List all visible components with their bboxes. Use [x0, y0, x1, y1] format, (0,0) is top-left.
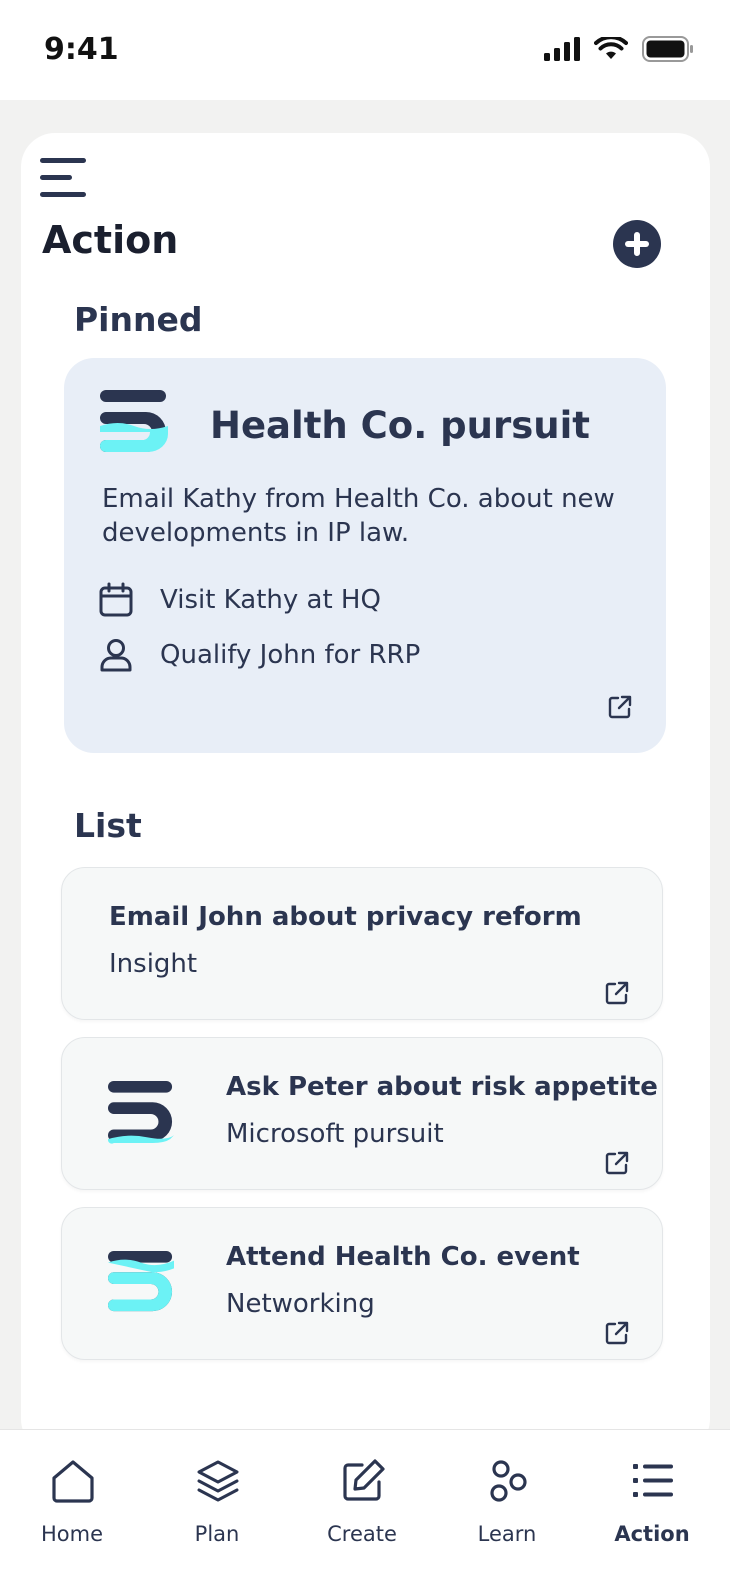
plus-icon — [625, 232, 649, 256]
list-item-title: Email John about privacy reform — [109, 902, 582, 932]
tab-learn[interactable]: Learn — [447, 1430, 567, 1570]
brand-logo-icon — [108, 1080, 174, 1144]
pinned-row-text: Visit Kathy at HQ — [160, 585, 381, 615]
tab-bar: Home Plan Create Learn Action — [0, 1429, 730, 1594]
external-link-icon[interactable] — [604, 1150, 630, 1176]
list-item[interactable]: Ask Peter about risk appetite Microsoft … — [61, 1037, 663, 1190]
tab-label: Learn — [477, 1522, 537, 1546]
tab-label: Home — [40, 1522, 103, 1546]
brand-logo-icon — [100, 390, 168, 452]
list-item-subtitle: Networking — [226, 1289, 375, 1319]
wifi-icon — [594, 37, 628, 59]
external-link-icon[interactable] — [604, 1320, 630, 1346]
home-icon — [52, 1460, 94, 1503]
list-item-subtitle: Microsoft pursuit — [226, 1119, 444, 1149]
tab-label: Plan — [194, 1522, 240, 1546]
pinned-row-visit[interactable]: Visit Kathy at HQ — [98, 582, 381, 618]
tab-create[interactable]: Create — [302, 1430, 422, 1570]
user-icon — [100, 639, 132, 672]
pinned-card[interactable]: Health Co. pursuit Email Kathy from Heal… — [64, 358, 666, 753]
edit-icon — [343, 1459, 385, 1501]
calendar-icon — [99, 582, 133, 617]
list-section-title: List — [74, 806, 142, 845]
list-icon — [633, 1464, 673, 1497]
molecule-icon — [490, 1460, 527, 1502]
list-item-title: Ask Peter about risk appetite — [226, 1072, 658, 1102]
tab-action[interactable]: Action — [592, 1430, 712, 1570]
list-item[interactable]: Attend Health Co. event Networking — [61, 1207, 663, 1360]
list-item[interactable]: Email John about privacy reform Insight — [61, 867, 663, 1020]
menu-icon[interactable] — [40, 158, 88, 198]
status-icons — [544, 36, 694, 62]
list-item-subtitle: Insight — [109, 949, 198, 979]
layers-icon — [197, 1460, 239, 1502]
pinned-row-qualify[interactable]: Qualify John for RRP — [98, 637, 420, 673]
page-title: Action — [42, 218, 179, 262]
tab-label: Action — [614, 1522, 690, 1546]
list-item-title: Attend Health Co. event — [226, 1242, 580, 1272]
tab-label: Create — [327, 1522, 397, 1546]
pinned-card-title: Health Co. pursuit — [210, 404, 590, 447]
add-button[interactable] — [613, 220, 661, 268]
tab-plan[interactable]: Plan — [157, 1430, 277, 1570]
brand-logo-icon — [108, 1250, 174, 1312]
external-link-icon[interactable] — [607, 694, 633, 720]
signal-icon — [544, 37, 580, 61]
external-link-icon[interactable] — [604, 980, 630, 1006]
status-time: 9:41 — [44, 32, 119, 67]
pinned-section-title: Pinned — [74, 300, 203, 339]
tab-home[interactable]: Home — [12, 1430, 132, 1570]
status-bar: 9:41 — [0, 0, 730, 100]
pinned-row-text: Qualify John for RRP — [160, 640, 421, 670]
pinned-card-description: Email Kathy from Health Co. about new de… — [102, 484, 615, 548]
battery-icon — [642, 36, 693, 62]
